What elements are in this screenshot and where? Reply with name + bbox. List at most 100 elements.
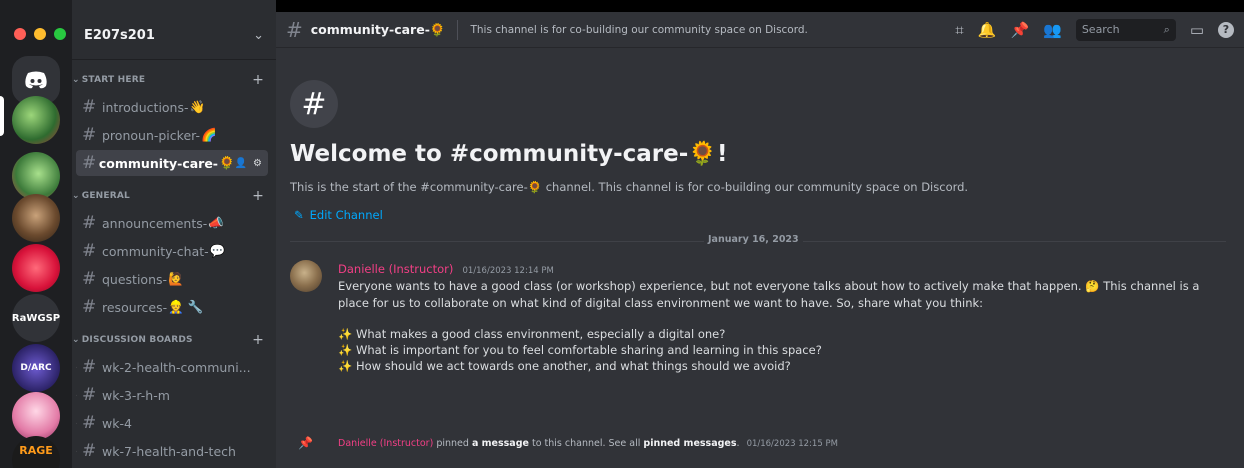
add-channel-icon[interactable]: + [252,72,264,88]
search-placeholder: Search [1081,23,1120,36]
channel-topic[interactable]: This channel is for co-building our comm… [470,24,807,36]
server-list: RaWGSP D/ARC RAGE [0,0,72,468]
member-list-icon[interactable]: 👥 [1043,21,1062,39]
channel-name: wk-3-r-h-m [102,387,170,403]
chevron-down-icon: ⌄ [72,335,80,345]
date-divider: January 16, 2023 [290,234,1226,245]
pin-icon: 📌 [298,436,313,450]
add-channel-icon[interactable]: + [252,332,264,348]
message-text: Everyone wants to have a good class (or … [338,279,1200,310]
channel-title: community-care-🌻 [310,21,446,37]
channel-wk-4[interactable]: ▶ # wk-4 [76,410,268,436]
add-channel-icon[interactable]: + [252,188,264,204]
announcement-channel-icon: # [82,213,97,233]
text-channel-icon: # [82,153,97,173]
channel-emoji: 👋 [189,99,206,114]
bell-icon[interactable]: 🔔 [978,21,997,39]
server-selected-indicator [0,96,4,136]
channel-questions[interactable]: # questions- 🙋 [76,266,268,292]
channel-community-chat[interactable]: # community-chat- 💬 [76,238,268,264]
inbox-icon[interactable]: ▭ [1190,21,1204,39]
server-icon-4[interactable] [12,244,60,292]
zoom-window-button[interactable] [54,28,66,40]
category-start-here[interactable]: ⌄ START HERE + [72,68,276,92]
pencil-icon: ✎ [294,208,304,222]
channel-name: wk-2-health-communi... [102,359,251,375]
header-divider [457,19,459,40]
text-channel-icon: # [82,413,97,433]
server-icon-rage[interactable]: RAGE [12,436,60,468]
invite-user-icon[interactable]: 👤 [235,158,247,169]
chevron-down-icon: ⌄ [72,191,80,201]
pinned-message-link[interactable]: a message [472,438,529,449]
channel-emoji: 📣 [208,215,224,230]
server-header[interactable]: E207s201 ⌄ [72,12,276,60]
category-discussion-boards[interactable]: ⌄ DISCUSSION BOARDS + [72,328,276,352]
channel-introductions[interactable]: # introductions- 👋 [76,94,268,120]
text-channel-icon: # [82,297,97,317]
date-label: January 16, 2023 [704,234,803,245]
channel-emoji: 👷 🔧 [168,299,204,314]
text-channel-icon: # [82,241,97,261]
server-label: D/ARC [20,363,52,373]
server-icon-2[interactable] [12,152,60,200]
server-icon-rawgsp[interactable]: RaWGSP [12,294,60,342]
server-icon-6[interactable] [12,392,60,440]
server-icon-3[interactable] [12,194,60,242]
minimize-window-button[interactable] [34,28,46,40]
channel-emoji: 🌻 [219,155,235,170]
category-general[interactable]: ⌄ GENERAL + [72,184,276,208]
help-icon[interactable]: ? [1218,21,1234,38]
avatar[interactable] [290,260,322,292]
channel-name: resources- [102,299,168,315]
text-channel-icon: # [286,17,303,42]
pin-author[interactable]: Danielle (Instructor) [338,438,433,449]
channel-name: wk-7-health-and-tech [102,443,236,459]
sparkles-icon: ✨ [338,327,353,341]
message-author[interactable]: Danielle (Instructor) [338,262,453,276]
channel-emoji: 🌈 [201,127,217,142]
message-points: ✨ What makes a good class environment, e… [338,326,1230,374]
pin-timestamp: 01/16/2023 12:15 PM [746,438,838,449]
gear-icon[interactable]: ⚙ [253,158,262,169]
edit-channel-label: Edit Channel [309,208,383,222]
pin-icon[interactable]: 📌 [1010,21,1029,39]
category-label: GENERAL [81,191,130,201]
pin-system-message: 📌 Danielle (Instructor) pinned a message… [290,436,1230,450]
channel-community-care[interactable]: # community-care- 🌻 👤 ⚙ [76,150,268,176]
text-channel-icon: # [82,441,97,461]
channel-hash-icon: # [290,80,338,128]
search-icon: ⌕ [1163,22,1170,36]
channel-announcements[interactable]: # announcements- 📣 [76,210,268,236]
text-channel-icon: # [82,385,97,405]
message[interactable]: Danielle (Instructor) 01/16/2023 12:14 P… [290,258,1230,374]
message-timestamp: 01/16/2023 12:14 PM [462,266,554,276]
message-point: ✨ How should we act towards one another,… [338,359,791,373]
close-window-button[interactable] [14,28,26,40]
channel-name: wk-4 [102,415,132,431]
discord-logo-icon [25,71,47,89]
server-label: RAGE [19,444,53,457]
channel-emoji: 💬 [209,243,226,258]
server-name: E207s201 [84,28,155,43]
text-channel-icon: # [82,357,97,377]
edit-channel-link[interactable]: ✎ Edit Channel [294,208,383,222]
channel-pronoun-picker[interactable]: # pronoun-picker- 🌈 [76,122,268,148]
server-icon-1[interactable] [12,96,60,144]
channel-wk-3[interactable]: ▶ # wk-3-r-h-m [76,382,268,408]
sparkles-icon: ✨ [338,359,353,373]
text-channel-icon: # [82,269,97,289]
search-input[interactable]: Search ⌕ [1075,18,1176,41]
server-icon-diarc[interactable]: D/ARC [12,344,60,392]
channel-wk-2[interactable]: ▶ # wk-2-health-communi... [76,354,268,380]
message-point: ✨ What is important for you to feel comf… [338,343,822,357]
channel-resources[interactable]: # resources- 👷 🔧 [76,294,268,320]
channel-wk-7[interactable]: ▶ # wk-7-health-and-tech [76,438,268,464]
threads-icon[interactable]: ⌗ [955,21,963,39]
pinned-messages-link[interactable]: pinned messages [643,438,736,449]
channel-name: announcements- [102,215,208,231]
message-point: ✨ What makes a good class environment, e… [338,327,726,341]
channel-name: pronoun-picker- [102,127,200,143]
main-panel: # community-care-🌻 This channel is for c… [276,12,1244,468]
chevron-down-icon: ⌄ [72,75,80,85]
